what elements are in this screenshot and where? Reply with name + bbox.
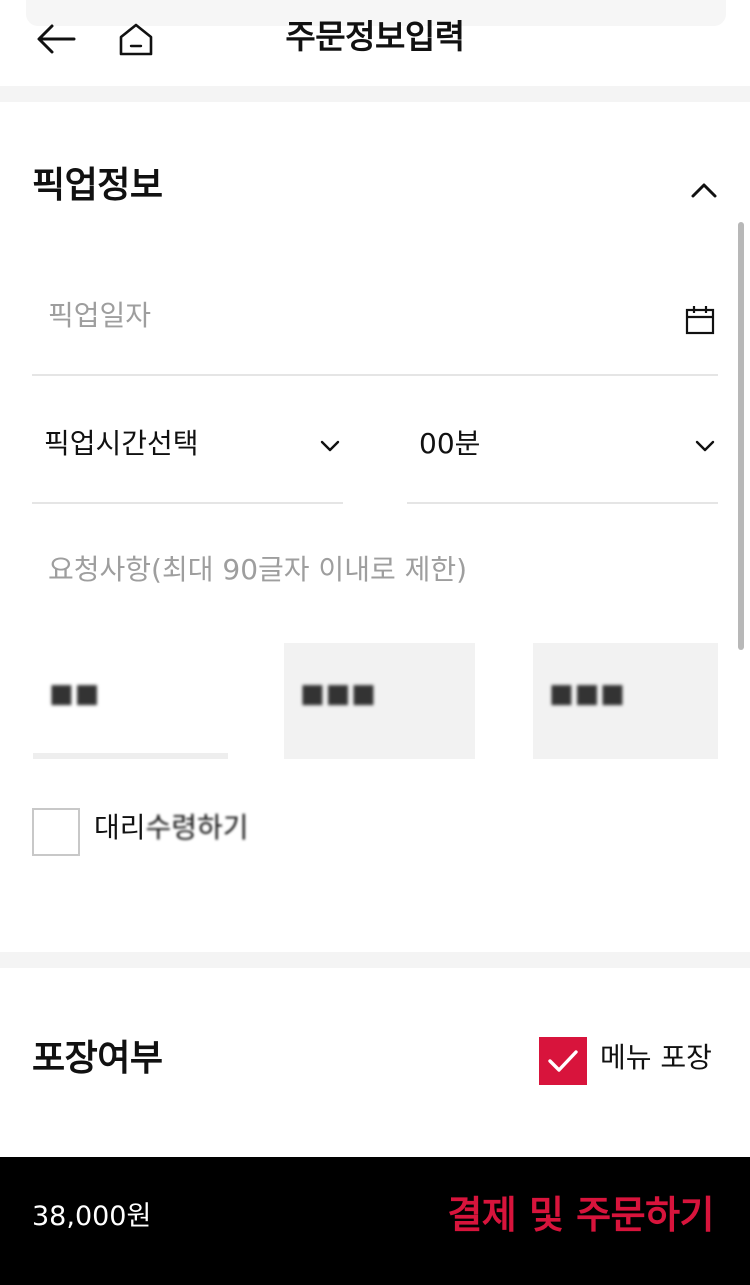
request-placeholder: 요청사항(최대 90글자 이내로 제한) <box>48 553 468 586</box>
checkmark-icon <box>548 1050 578 1072</box>
option-label-2: ■■■ <box>300 679 377 709</box>
pickup-date-placeholder: 픽업일자 <box>48 299 152 332</box>
proxy-pickup-label: 대리수령하기 <box>94 808 249 848</box>
chevron-down-icon <box>695 440 715 452</box>
calendar-icon <box>685 306 715 335</box>
checkout-bar: 38,000원 결제 및 주문하기 <box>0 1157 750 1285</box>
pickup-minute-label: 00분 <box>419 427 481 460</box>
pickup-section-title: 픽업정보 <box>32 165 163 206</box>
option-box-3[interactable]: ■■■ <box>533 643 718 759</box>
request-input[interactable]: 요청사항(최대 90글자 이내로 제한) <box>32 540 718 610</box>
collapse-button[interactable] <box>684 170 724 210</box>
chevron-down-icon <box>320 440 340 452</box>
packaging-section-title: 포장여부 <box>32 1038 163 1079</box>
section-divider <box>0 952 750 968</box>
option-label-3: ■■■ <box>549 679 626 709</box>
pickup-minute-select[interactable]: 00분 <box>407 400 718 504</box>
option-box-2[interactable]: ■■■ <box>284 643 475 759</box>
time-dropdown-toggle[interactable] <box>318 434 342 458</box>
option-box-1[interactable]: ■■ <box>33 643 228 759</box>
menu-pack-checkbox[interactable] <box>539 1037 587 1085</box>
pickup-time-label: 픽업시간선택 <box>44 427 199 460</box>
menu-pack-label: 메뉴 포장 <box>600 1041 712 1074</box>
scrollbar[interactable] <box>738 222 744 650</box>
pickup-time-select[interactable]: 픽업시간선택 <box>32 400 343 504</box>
minute-dropdown-toggle[interactable] <box>693 434 717 458</box>
total-price: 38,000원 <box>32 1201 152 1232</box>
proxy-label-visible: 대리 <box>94 811 146 844</box>
option-label-1: ■■ <box>49 679 101 709</box>
app-header: 주문정보입력 <box>0 0 750 86</box>
pay-and-order-button[interactable]: 결제 및 주문하기 <box>447 1187 714 1243</box>
proxy-label-blurred: 수령하기 <box>145 811 249 844</box>
calendar-button[interactable] <box>682 300 718 340</box>
pickup-date-field[interactable]: 픽업일자 <box>32 270 718 376</box>
chevron-up-icon <box>691 183 717 198</box>
section-divider <box>0 86 750 102</box>
proxy-pickup-checkbox[interactable] <box>32 808 80 856</box>
page-title: 주문정보입력 <box>285 17 465 56</box>
